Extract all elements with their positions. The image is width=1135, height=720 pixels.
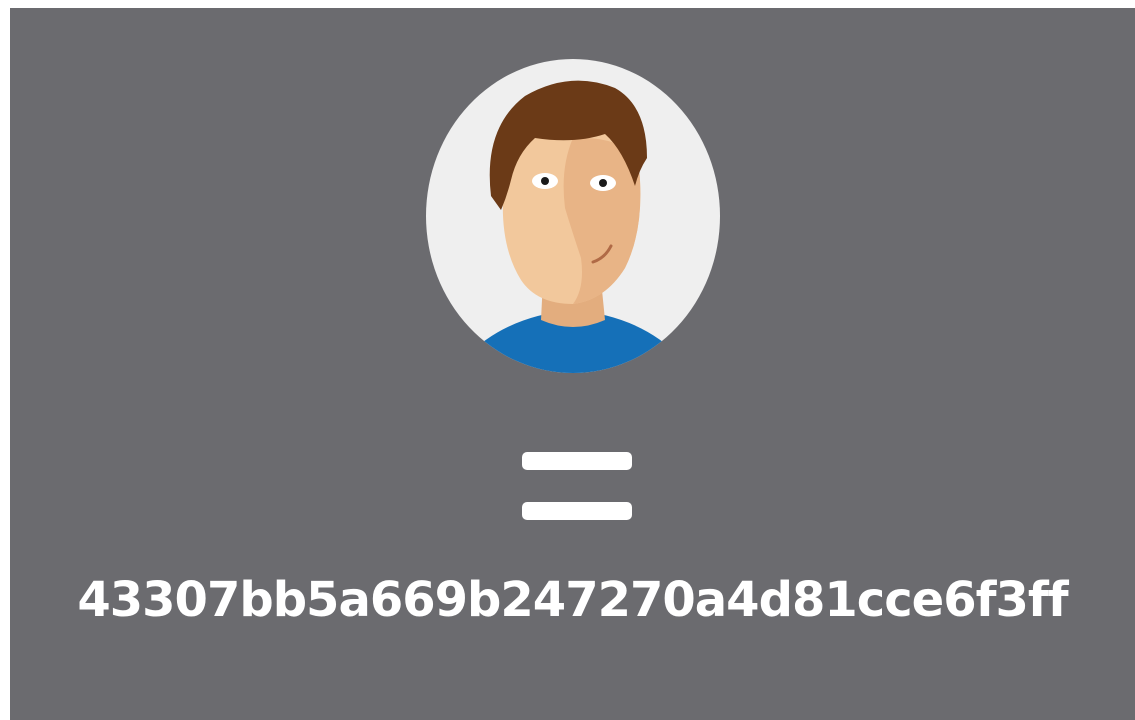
equals-icon [522, 452, 632, 524]
hash-panel: 43307bb5a669b247270a4d81cce6f3ff [10, 8, 1135, 720]
equals-bar-bottom [522, 502, 632, 520]
user-avatar-icon [425, 58, 721, 374]
hash-text: 43307bb5a669b247270a4d81cce6f3ff [77, 572, 1068, 628]
equals-bar-top [522, 452, 632, 470]
